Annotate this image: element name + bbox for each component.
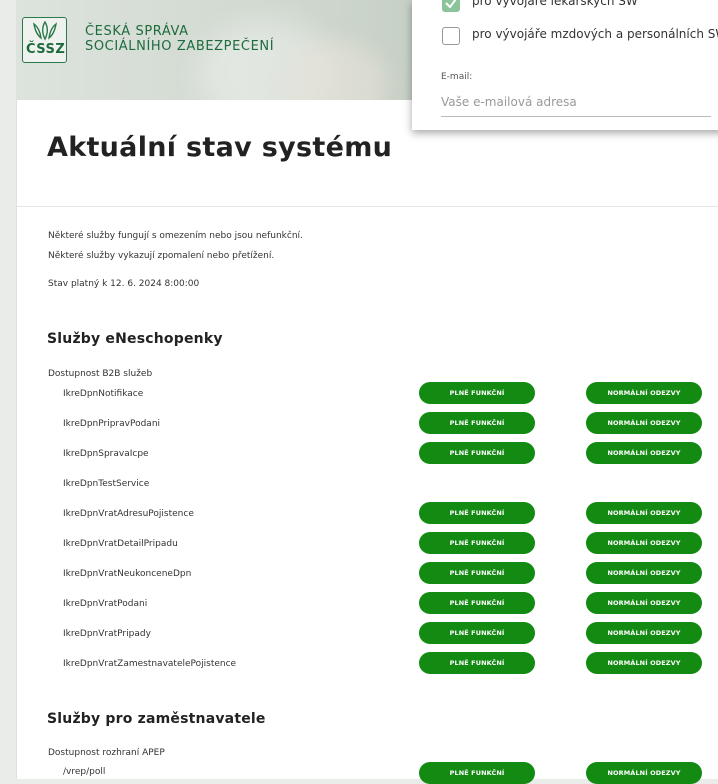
service-name: IkreDpnVratPripady	[63, 629, 151, 639]
status-badge-functional: PLNĚ FUNKČNÍ	[419, 412, 535, 434]
developer-payroll-label: pro vývojáře mzdových a personálních SW	[472, 27, 718, 41]
status-badge-response: NORMÁLNÍ ODEZVY	[586, 622, 702, 644]
status-validity: Stav platný k 12. 6. 2024 8:00:00	[48, 279, 200, 289]
subscription-popup: pro vývojáře lékařských SW pro vývojáře …	[412, 0, 718, 130]
group-label-b2b: Dostupnost B2B služeb	[48, 369, 153, 379]
service-name: IkreDpnPripravPodani	[63, 419, 161, 429]
page-title: Aktuální stav systému	[47, 132, 393, 163]
status-badge-functional: PLNĚ FUNKČNÍ	[419, 652, 535, 674]
cssz-leaf-icon	[33, 21, 57, 41]
status-badge-response: NORMÁLNÍ ODEZVY	[586, 592, 702, 614]
developer-medical-label: pro vývojáře lékařských SW	[472, 0, 638, 8]
status-badge-functional: PLNĚ FUNKČNÍ	[419, 502, 535, 524]
status-badge-functional: PLNĚ FUNKČNÍ	[419, 762, 535, 784]
status-badge-response: NORMÁLNÍ ODEZVY	[586, 532, 702, 554]
status-note-limited: Některé služby fungují s omezením nebo j…	[48, 231, 303, 241]
service-name: /vrep/poll	[63, 767, 106, 777]
status-badge-response: NORMÁLNÍ ODEZVY	[586, 442, 702, 464]
status-badge-response: NORMÁLNÍ ODEZVY	[586, 762, 702, 784]
service-name: IkreDpnNotifikace	[63, 389, 144, 399]
service-name: IkreDpnVratPodani	[63, 599, 148, 609]
status-badge-functional: PLNĚ FUNKČNÍ	[419, 562, 535, 584]
status-badge-response: NORMÁLNÍ ODEZVY	[586, 652, 702, 674]
developer-medical-checkbox[interactable]	[442, 0, 460, 12]
divider	[17, 206, 718, 207]
section-title-employers: Služby pro zaměstnavatele	[47, 711, 266, 727]
status-badge-functional: PLNĚ FUNKČNÍ	[419, 532, 535, 554]
check-icon	[445, 0, 457, 9]
organization-name: ČESKÁ SPRÁVA SOCIÁLNÍHO ZABEZPEČENÍ	[85, 24, 274, 54]
logo-abbreviation: ČSSZ	[26, 42, 66, 57]
section-title-eneschopenky: Služby eNeschopenky	[47, 331, 223, 347]
service-name: IkreDpnVratDetailPripadu	[63, 539, 178, 549]
developer-payroll-checkbox[interactable]	[442, 27, 460, 45]
organization-name-line1: ČESKÁ SPRÁVA	[85, 24, 189, 39]
email-label: E-mail:	[441, 72, 473, 82]
organization-name-line2: SOCIÁLNÍHO ZABEZPEČENÍ	[85, 39, 275, 54]
status-badge-functional: PLNĚ FUNKČNÍ	[419, 442, 535, 464]
group-label-apep: Dostupnost rozhraní APEP	[48, 748, 165, 758]
email-input[interactable]	[441, 88, 711, 117]
service-name: IkreDpnVratAdresuPojistence	[63, 509, 194, 519]
service-name: IkreDpnVratNeukonceneDpn	[63, 569, 192, 579]
status-badge-functional: PLNĚ FUNKČNÍ	[419, 622, 535, 644]
status-badge-response: NORMÁLNÍ ODEZVY	[586, 562, 702, 584]
status-badge-functional: PLNĚ FUNKČNÍ	[419, 592, 535, 614]
status-badge-response: NORMÁLNÍ ODEZVY	[586, 382, 702, 404]
service-name: IkreDpnSpravaIcpe	[63, 449, 149, 459]
service-name: IkreDpnVratZamestnavatelePojistence	[63, 659, 237, 669]
service-name: IkreDpnTestService	[63, 479, 150, 489]
cssz-logo[interactable]: ČSSZ	[22, 17, 67, 63]
status-badge-response: NORMÁLNÍ ODEZVY	[586, 412, 702, 434]
status-badge-response: NORMÁLNÍ ODEZVY	[586, 502, 702, 524]
status-note-slow: Některé služby vykazují zpomalení nebo p…	[48, 251, 275, 261]
status-badge-functional: PLNĚ FUNKČNÍ	[419, 382, 535, 404]
